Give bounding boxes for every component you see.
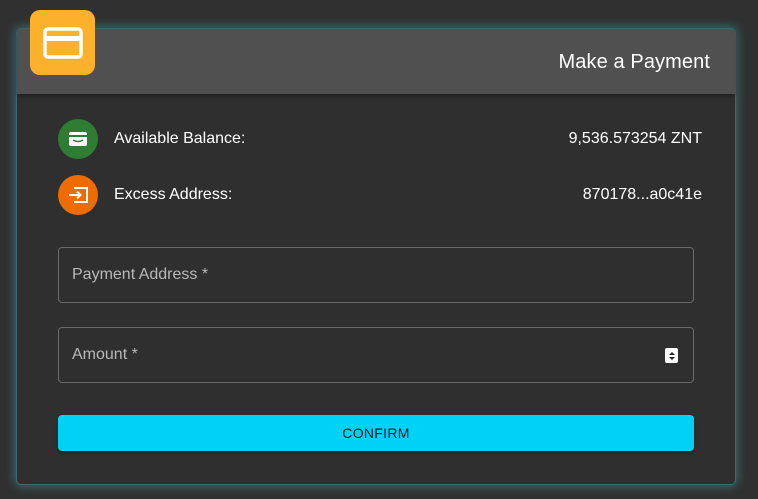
card-header: Make a Payment xyxy=(17,29,735,94)
confirm-button[interactable]: CONFIRM xyxy=(58,415,694,451)
payment-badge xyxy=(30,10,95,75)
payment-address-input[interactable] xyxy=(59,248,693,302)
amount-input[interactable] xyxy=(59,328,693,382)
page-title: Make a Payment xyxy=(558,51,710,73)
amount-stepper[interactable] xyxy=(665,348,678,363)
amount-field xyxy=(58,327,694,383)
stepper-down-icon[interactable] xyxy=(668,356,675,360)
excess-address-value: 870178...a0c41e xyxy=(582,186,702,203)
payment-address-field xyxy=(58,247,694,303)
wallet-icon xyxy=(69,132,87,146)
input-arrow-icon-badge xyxy=(58,175,98,215)
available-balance-label: Available Balance: xyxy=(114,130,246,147)
input-arrow-icon xyxy=(69,187,88,203)
available-balance-row: Available Balance: 9,536.573254 ZNT xyxy=(58,119,702,159)
excess-address-label: Excess Address: xyxy=(114,186,233,203)
stepper-up-icon[interactable] xyxy=(668,351,675,355)
excess-address-row: Excess Address: 870178...a0c41e xyxy=(58,175,702,215)
wallet-icon-badge xyxy=(58,119,98,159)
credit-card-icon xyxy=(42,26,83,59)
available-balance-value: 9,536.573254 ZNT xyxy=(568,130,702,147)
